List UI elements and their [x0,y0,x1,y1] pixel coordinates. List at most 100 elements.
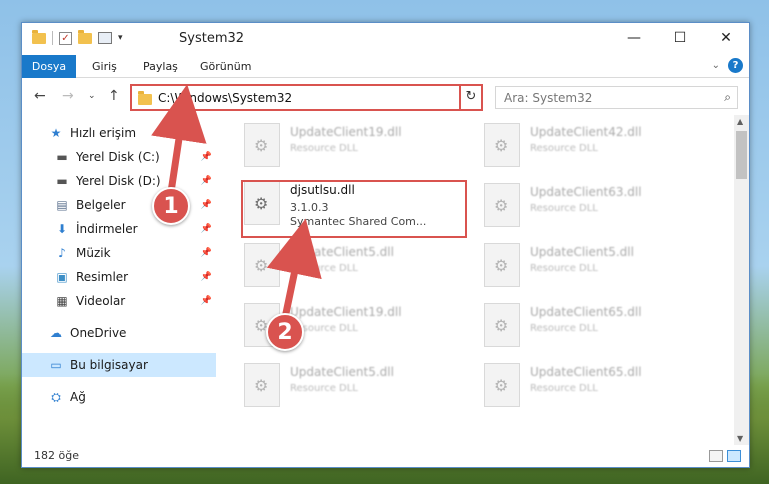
new-folder-icon[interactable] [78,29,92,44]
file-item[interactable]: UpdateClient19.dll Resource DLL [240,119,440,171]
file-item[interactable]: UpdateClient65.dll Resource DLL [480,299,680,351]
pin-icon[interactable]: 📌 [201,296,212,306]
title-bar: ✓ ▾ System32 — ☐ ✕ [22,23,749,55]
folder-icon[interactable] [32,29,46,44]
file-item[interactable]: UpdateClient42.dll Resource DLL [480,119,680,171]
star-icon: ★ [50,126,62,140]
expand-ribbon-chevron-icon[interactable]: ⌄ [712,60,720,71]
refresh-button[interactable]: ↻ [459,84,483,111]
dll-file-icon [244,243,280,287]
window-controls: — ☐ ✕ [611,23,749,53]
nav-item-network[interactable]: ⛭ Ağ [22,385,216,409]
file-type: Resource DLL [530,143,598,154]
scroll-down-arrow-icon[interactable]: ▼ [737,434,743,443]
music-icon: ♪ [58,246,66,260]
cloud-icon: ☁ [50,326,62,340]
file-name: UpdateClient42.dll [530,125,642,139]
file-type: Resource DLL [530,203,598,214]
download-icon: ⬇ [56,222,68,236]
search-input[interactable]: Ara: System32 [504,91,592,105]
back-arrow-icon[interactable]: ← [34,88,46,104]
file-type: Resource DLL [530,263,598,274]
nav-item-label: Müzik [76,246,111,260]
file-name: UpdateClient19.dll [290,305,402,319]
file-item[interactable]: UpdateClient63.dll Resource DLL [480,179,680,231]
drive-icon: ▬ [56,150,68,164]
nav-item-drive-d[interactable]: ▬ Yerel Disk (D:) 📌 [22,169,216,193]
dll-file-icon [484,243,520,287]
nav-item-label: Belgeler [76,198,126,212]
tab-home[interactable]: Giriş [92,55,117,78]
status-bar: 182 öğe [22,445,749,467]
nav-item-label: Yerel Disk (C:) [76,150,160,164]
customize-toolbar-caret-icon[interactable]: ▾ [118,33,123,43]
address-folder-icon [138,91,152,105]
details-view-icon[interactable] [709,450,723,462]
maximize-button[interactable]: ☐ [657,23,703,53]
navigation-pane: ★ Hızlı erişim ▬ Yerel Disk (C:) 📌 ▬ Yer… [22,119,216,437]
properties-check-icon[interactable]: ✓ [59,31,72,45]
nav-item-pictures[interactable]: ▣ Resimler 📌 [22,265,216,289]
videos-icon: ▦ [56,294,68,308]
view-options-icon[interactable] [98,32,112,44]
file-name: UpdateClient19.dll [290,125,402,139]
pin-icon[interactable]: 📌 [201,176,212,186]
file-item[interactable]: UpdateClient5.dll Resource DLL [240,239,440,291]
close-button[interactable]: ✕ [703,23,749,53]
nav-item-onedrive[interactable]: ☁ OneDrive [22,321,216,345]
dll-file-icon [244,123,280,167]
file-type: Resource DLL [290,143,358,154]
file-type: Resource DLL [530,383,598,394]
pin-icon[interactable]: 📌 [201,248,212,258]
nav-item-videos[interactable]: ▦ Videolar 📌 [22,289,216,313]
dll-file-icon [484,183,520,227]
pin-icon[interactable]: 📌 [201,224,212,234]
quick-access-toolbar: ✓ ▾ [32,29,123,45]
search-icon[interactable]: ⌕ [724,90,731,105]
computer-icon: ▭ [50,358,62,372]
nav-item-label: Videolar [76,294,126,308]
step-marker-1: 1 [152,187,190,225]
address-bar[interactable]: C:\Windows\System32 ⌄ [130,84,480,111]
search-box[interactable]: Ara: System32 ⌕ [495,86,738,109]
nav-item-downloads[interactable]: ⬇ İndirmeler 📌 [22,217,216,241]
nav-quick-access[interactable]: ★ Hızlı erişim [22,121,216,145]
nav-item-drive-c[interactable]: ▬ Yerel Disk (C:) 📌 [22,145,216,169]
dll-file-icon [484,123,520,167]
file-name: UpdateClient5.dll [530,245,634,259]
step-marker-2: 2 [266,313,304,351]
scroll-up-arrow-icon[interactable]: ▲ [737,117,743,126]
minimize-button[interactable]: — [611,23,657,53]
nav-item-music[interactable]: ♪ Müzik 📌 [22,241,216,265]
pictures-icon: ▣ [56,270,68,284]
help-icon[interactable]: ? [728,58,743,73]
file-item[interactable]: UpdateClient5.dll Resource DLL [240,359,440,411]
file-type: Resource DLL [290,383,358,394]
vertical-scrollbar[interactable]: ▲ ▼ [734,115,749,445]
ribbon-right-controls: ⌄ ? [712,58,743,73]
pin-icon[interactable]: 📌 [201,200,212,210]
tab-share[interactable]: Paylaş [143,55,178,78]
nav-item-label: İndirmeler [76,222,138,236]
scrollbar-thumb[interactable] [736,131,747,179]
pin-icon[interactable]: 📌 [201,272,212,282]
file-name: UpdateClient5.dll [290,365,394,379]
pin-icon[interactable]: 📌 [201,152,212,162]
window-title: System32 [179,31,245,46]
up-arrow-icon[interactable]: ↑ [108,88,120,104]
tiles-view-icon[interactable] [727,450,741,462]
recent-locations-chevron-icon[interactable]: ⌄ [88,91,96,101]
file-type: Resource DLL [530,323,598,334]
file-name: UpdateClient5.dll [290,245,394,259]
address-path[interactable]: C:\Windows\System32 [158,91,292,105]
tab-file[interactable]: Dosya [22,55,76,78]
file-item[interactable]: UpdateClient5.dll Resource DLL [480,239,680,291]
forward-arrow-icon[interactable]: → [62,88,74,104]
file-list: UpdateClient19.dll Resource DLL UpdateCl… [230,115,734,437]
tab-view[interactable]: Görünüm [200,55,251,78]
drive-icon: ▬ [56,174,68,188]
explorer-window: ✓ ▾ System32 — ☐ ✕ Dosya Giriş Paylaş Gö… [21,22,750,468]
nav-item-this-pc[interactable]: ▭ Bu bilgisayar [22,353,216,377]
dll-file-icon [244,363,280,407]
file-item[interactable]: UpdateClient65.dll Resource DLL [480,359,680,411]
